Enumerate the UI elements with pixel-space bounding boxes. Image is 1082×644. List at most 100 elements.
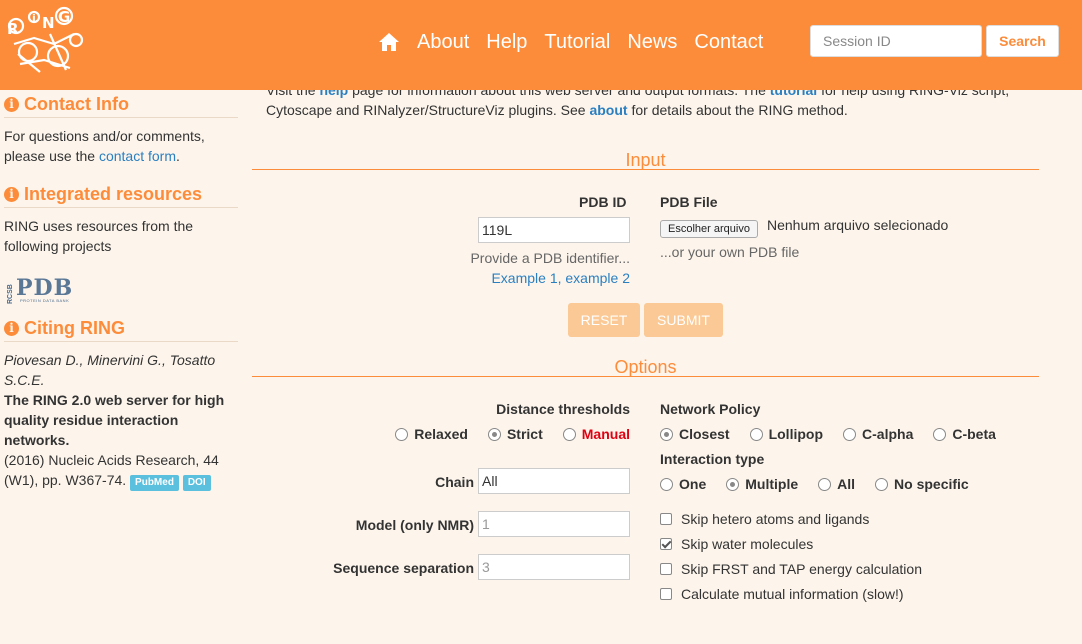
choose-file-button[interactable]: Escolher arquivo xyxy=(660,220,758,238)
radio-no-specific[interactable] xyxy=(875,477,889,491)
radio-relaxed-label: Relaxed xyxy=(414,426,468,442)
submit-button[interactable]: SUBMIT xyxy=(644,303,723,337)
radio-cbeta-label: C-beta xyxy=(952,426,996,442)
skip-hetero-label: Skip hetero atoms and ligands xyxy=(681,511,870,527)
radio-one-label: One xyxy=(679,476,707,492)
skip-hetero-option: Skip hetero atoms and ligands xyxy=(660,511,869,527)
options-section-title: Options xyxy=(614,357,677,377)
resources-heading: i Integrated resources xyxy=(4,184,238,208)
citing-heading: i Citing RING xyxy=(4,318,238,342)
svg-text:i: i xyxy=(32,12,36,25)
search-button[interactable]: Search xyxy=(986,25,1059,57)
file-status: Nenhum arquivo selecionado xyxy=(767,217,949,233)
navbar: R i N G About Help Tutorial News Contact… xyxy=(0,0,1082,90)
sidebar: i Contact Info For questions and/or comm… xyxy=(4,90,238,491)
skip-water-label: Skip water molecules xyxy=(681,536,814,552)
radio-strict-label: Strict xyxy=(506,426,543,442)
pdb-id-label: PDB ID xyxy=(579,194,627,210)
citing-title: Citing RING xyxy=(24,318,125,338)
radio-multiple[interactable] xyxy=(726,477,740,491)
contact-heading: i Contact Info xyxy=(4,94,238,118)
radio-no-specific-label: No specific xyxy=(894,476,969,492)
citing-reference: (2016) Nucleic Acids Research, 44 (W1), … xyxy=(4,450,238,491)
radio-calpha[interactable] xyxy=(843,427,857,441)
pdb-logo-text-group: PDB PROTEIN DATA BANK xyxy=(16,275,74,304)
doi-badge[interactable]: DOI xyxy=(182,475,211,491)
nav-contact-link[interactable]: Contact xyxy=(694,30,763,54)
skip-frst-checkbox[interactable] xyxy=(660,563,672,575)
radio-calpha-label: C-alpha xyxy=(862,426,914,442)
contact-text-after: . xyxy=(176,148,180,164)
network-radio-group: Closest Lollipop C-alpha C-beta xyxy=(660,426,996,442)
contact-text: For questions and/or comments, please us… xyxy=(4,126,238,166)
interaction-radio-group: One Multiple All No specific xyxy=(660,476,969,492)
info-icon: i xyxy=(4,187,19,202)
reset-button[interactable]: RESET xyxy=(568,303,640,337)
radio-cbeta[interactable] xyxy=(933,427,947,441)
pdb-logo-main: PDB xyxy=(16,275,74,301)
model-input[interactable] xyxy=(478,511,630,537)
skip-water-checkbox[interactable] xyxy=(660,538,672,550)
radio-lollipop[interactable] xyxy=(749,427,763,441)
skip-frst-option: Skip FRST and TAP energy calculation xyxy=(660,561,922,577)
nav-help-link[interactable]: Help xyxy=(486,30,527,54)
skip-water-option: Skip water molecules xyxy=(660,536,813,552)
skip-hetero-checkbox[interactable] xyxy=(660,513,672,525)
svg-text:N: N xyxy=(42,14,55,32)
intro-t4: for details about the RING method. xyxy=(627,102,848,118)
mutual-info-label: Calculate mutual information (slow!) xyxy=(681,586,904,602)
resources-title: Integrated resources xyxy=(24,184,203,204)
pubmed-badge[interactable]: PubMed xyxy=(130,475,179,491)
model-label: Model (only NMR) xyxy=(355,517,474,533)
nav-about-link[interactable]: About xyxy=(417,30,469,54)
input-section-title: Input xyxy=(625,150,666,170)
info-icon: i xyxy=(4,97,19,112)
distance-radio-group: Relaxed Strict Manual xyxy=(395,426,630,442)
radio-lollipop-label: Lollipop xyxy=(768,426,824,442)
citing-section: i Citing RING Piovesan D., Minervini G.,… xyxy=(4,318,238,491)
resources-text: RING uses resources from the following p… xyxy=(4,218,194,254)
svg-text:R: R xyxy=(7,20,19,38)
home-icon[interactable] xyxy=(378,32,400,52)
distance-label: Distance thresholds xyxy=(496,401,630,417)
options-section-rule xyxy=(252,376,1039,377)
info-icon: i xyxy=(4,321,19,336)
radio-closest-label: Closest xyxy=(679,426,730,442)
chain-label: Chain xyxy=(435,474,474,490)
example-link[interactable]: Example 1, example 2 xyxy=(491,270,630,286)
interaction-type-label: Interaction type xyxy=(660,451,765,467)
radio-manual[interactable] xyxy=(562,427,576,441)
network-policy-label: Network Policy xyxy=(660,401,761,417)
nav-news-link[interactable]: News xyxy=(627,30,677,54)
radio-all[interactable] xyxy=(818,477,832,491)
nav-links: About Help Tutorial News Contact xyxy=(378,30,780,54)
radio-multiple-label: Multiple xyxy=(745,476,799,492)
radio-all-label: All xyxy=(837,476,856,492)
radio-one[interactable] xyxy=(660,477,673,491)
pdb-logo-sub: PROTEIN DATA BANK xyxy=(19,298,70,303)
mutual-info-checkbox[interactable] xyxy=(660,588,672,600)
sequence-separation-input[interactable] xyxy=(478,554,630,580)
intro-about-link[interactable]: about xyxy=(589,102,627,118)
skip-frst-label: Skip FRST and TAP energy calculation xyxy=(681,561,922,577)
nav-tutorial-link[interactable]: Tutorial xyxy=(544,30,610,54)
contact-section: i Contact Info For questions and/or comm… xyxy=(4,94,238,166)
contact-form-link[interactable]: contact form xyxy=(99,148,176,164)
sequence-separation-label: Sequence separation xyxy=(333,560,474,576)
contact-title: Contact Info xyxy=(24,94,129,114)
file-hint: ...or your own PDB file xyxy=(660,244,800,260)
mutual-info-option: Calculate mutual information (slow!) xyxy=(660,586,904,602)
session-id-input[interactable] xyxy=(810,25,982,57)
radio-relaxed[interactable] xyxy=(395,427,409,441)
chain-input[interactable] xyxy=(478,468,630,494)
ring-logo[interactable]: R i N G xyxy=(4,4,86,82)
pdb-id-input[interactable] xyxy=(478,217,630,243)
radio-closest[interactable] xyxy=(660,427,673,441)
svg-text:G: G xyxy=(58,8,70,26)
pdb-logo[interactable]: RCSB PDB PROTEIN DATA BANK xyxy=(6,276,238,304)
input-section-rule xyxy=(252,169,1039,170)
radio-strict[interactable] xyxy=(487,427,501,441)
resources-section: i Integrated resources RING uses resourc… xyxy=(4,184,238,304)
citing-authors: Piovesan D., Minervini G., Tosatto S.C.E… xyxy=(4,352,216,388)
pdb-file-label: PDB File xyxy=(660,194,718,210)
